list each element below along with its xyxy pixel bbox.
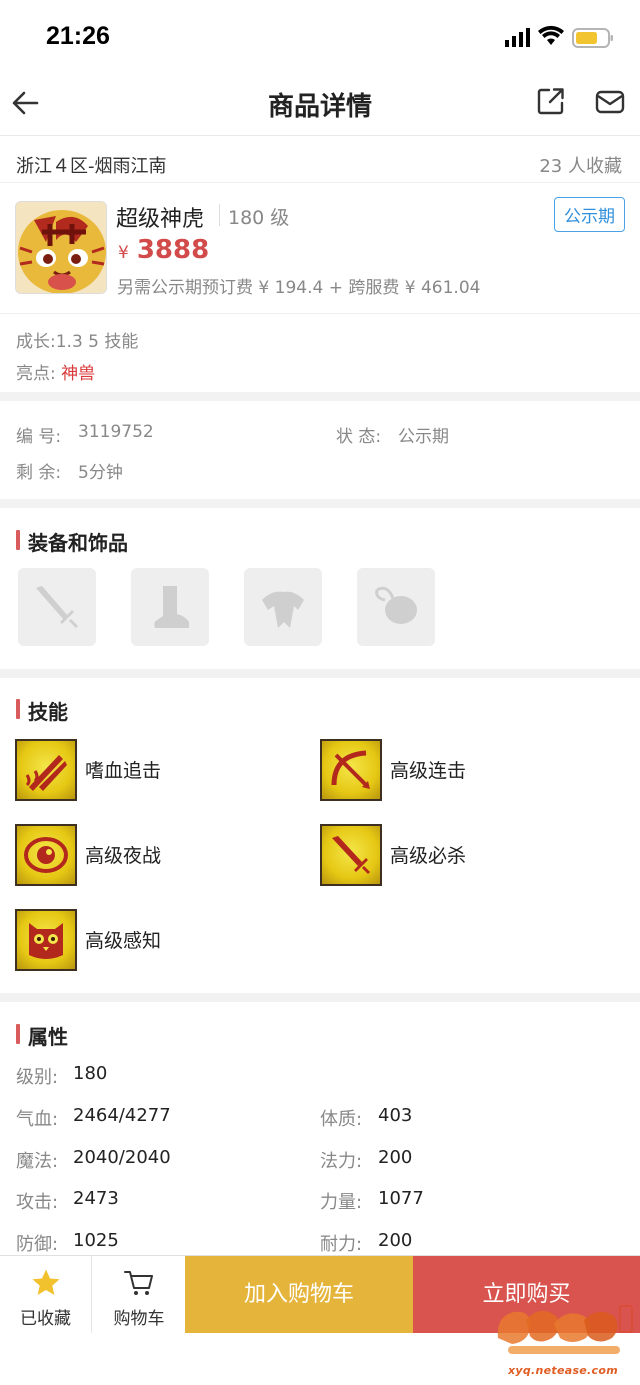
attr-value: 180 xyxy=(73,1063,108,1084)
attr-value: 200 xyxy=(378,1147,413,1168)
attr-label: 防御: xyxy=(16,1234,59,1255)
forum-watermark: xyq.netease.com xyxy=(492,1298,634,1380)
attr-value: 2040/2040 xyxy=(73,1147,171,1168)
navigation-bar: 商品详情 xyxy=(0,76,640,136)
attr-label: 攻击: xyxy=(16,1192,59,1213)
amulet-icon xyxy=(375,586,417,624)
pet-level: 180 级 xyxy=(228,207,290,229)
equip-slot-armor[interactable] xyxy=(244,568,322,646)
section-divider xyxy=(0,993,640,1002)
skill-name: 高级连击 xyxy=(390,760,467,782)
add-to-cart-button[interactable]: 加入购物车 xyxy=(185,1256,413,1333)
perception-skill-icon xyxy=(15,909,77,971)
price-value: 3888 xyxy=(136,235,210,265)
skill-name: 嗜血追击 xyxy=(85,760,162,782)
tiger-portrait-icon xyxy=(16,202,106,293)
status-time: 21:26 xyxy=(46,22,110,50)
server-name: 浙江４区-烟雨江南 xyxy=(16,156,167,177)
section-divider xyxy=(0,669,640,678)
watermark-url: xyq.netease.com xyxy=(508,1364,618,1377)
section-divider xyxy=(0,499,640,508)
night-battle-skill-icon xyxy=(15,824,77,886)
server-row: 浙江４区-烟雨江南 23 人收藏 xyxy=(0,137,640,183)
skill-name: 高级夜战 xyxy=(85,845,162,867)
skills-section-title: 技能 xyxy=(16,696,68,725)
deadly-strike-skill-icon xyxy=(320,824,382,886)
state-label: 状 态: xyxy=(336,427,382,447)
fee-note: 另需公示期预订费 ¥ 194.4 + 跨服费 ¥ 461.04 xyxy=(117,278,481,298)
combo-skill-icon xyxy=(320,739,382,801)
remain-value: 5分钟 xyxy=(78,463,123,483)
attr-value: 403 xyxy=(378,1105,413,1126)
cart-button[interactable]: 购物车 xyxy=(93,1256,185,1333)
attributes-section-title: 属性 xyxy=(16,1021,68,1050)
cart-icon xyxy=(124,1271,153,1295)
attr-label: 体质: xyxy=(320,1109,363,1130)
boot-icon xyxy=(154,586,189,628)
status-bar: 21:26 xyxy=(0,0,640,76)
attr-label: 耐力: xyxy=(320,1234,363,1255)
equipment-section-title: 装备和饰品 xyxy=(16,527,128,556)
game-logo-watermark xyxy=(497,1305,633,1354)
price: ¥3888 xyxy=(118,235,209,265)
share-icon[interactable] xyxy=(537,87,565,115)
highlight: 亮点: 神兽 xyxy=(16,359,95,384)
attr-value: 2473 xyxy=(73,1188,119,1209)
mail-icon[interactable] xyxy=(595,88,625,116)
cellular-signal-icon xyxy=(505,28,530,47)
attr-label: 力量: xyxy=(320,1192,363,1213)
attr-label: 级别: xyxy=(16,1067,59,1088)
equip-slot-weapon[interactable] xyxy=(18,568,96,646)
favorite-label: 已收藏 xyxy=(20,1309,71,1329)
favorite-button[interactable]: 已收藏 xyxy=(0,1256,92,1333)
attr-value: 1077 xyxy=(378,1188,424,1209)
pet-avatar[interactable] xyxy=(15,201,107,294)
battery-icon xyxy=(572,28,613,48)
highlight-label: 亮点: xyxy=(16,364,62,384)
remain-label: 剩 余: xyxy=(16,463,62,483)
cart-label: 购物车 xyxy=(113,1309,165,1329)
attr-label: 法力: xyxy=(320,1151,363,1172)
currency-symbol: ¥ xyxy=(118,243,129,263)
separator xyxy=(219,204,220,226)
equip-slot-boots[interactable] xyxy=(131,568,209,646)
section-divider xyxy=(0,392,640,401)
id-value: 3119752 xyxy=(78,422,154,442)
armor-icon xyxy=(262,591,304,628)
star-icon xyxy=(32,1269,60,1295)
wifi-icon xyxy=(538,25,564,45)
favorite-count: 23 人收藏 xyxy=(539,156,622,177)
attr-value: 1025 xyxy=(73,1230,119,1251)
highlight-value: 神兽 xyxy=(61,364,96,384)
growth-skills: 成长:1.3 5 技能 xyxy=(16,332,139,352)
skill-name: 高级必杀 xyxy=(390,845,467,867)
bloodthirst-skill-icon xyxy=(15,739,77,801)
id-label: 编 号: xyxy=(16,427,62,447)
sword-icon xyxy=(36,586,78,628)
attr-value: 2464/4277 xyxy=(73,1105,171,1126)
attr-value: 200 xyxy=(378,1230,413,1251)
product-header: 超级神虎 180 级 公示期 ¥3888 另需公示期预订费 ¥ 194.4 + … xyxy=(0,184,640,314)
pet-name: 超级神虎 xyxy=(116,207,205,232)
attr-label: 气血: xyxy=(16,1109,59,1130)
state-value: 公示期 xyxy=(398,427,449,447)
skill-name: 高级感知 xyxy=(85,930,162,952)
attr-label: 魔法: xyxy=(16,1151,59,1172)
status-badge: 公示期 xyxy=(554,197,625,232)
equip-slot-accessory[interactable] xyxy=(357,568,435,646)
